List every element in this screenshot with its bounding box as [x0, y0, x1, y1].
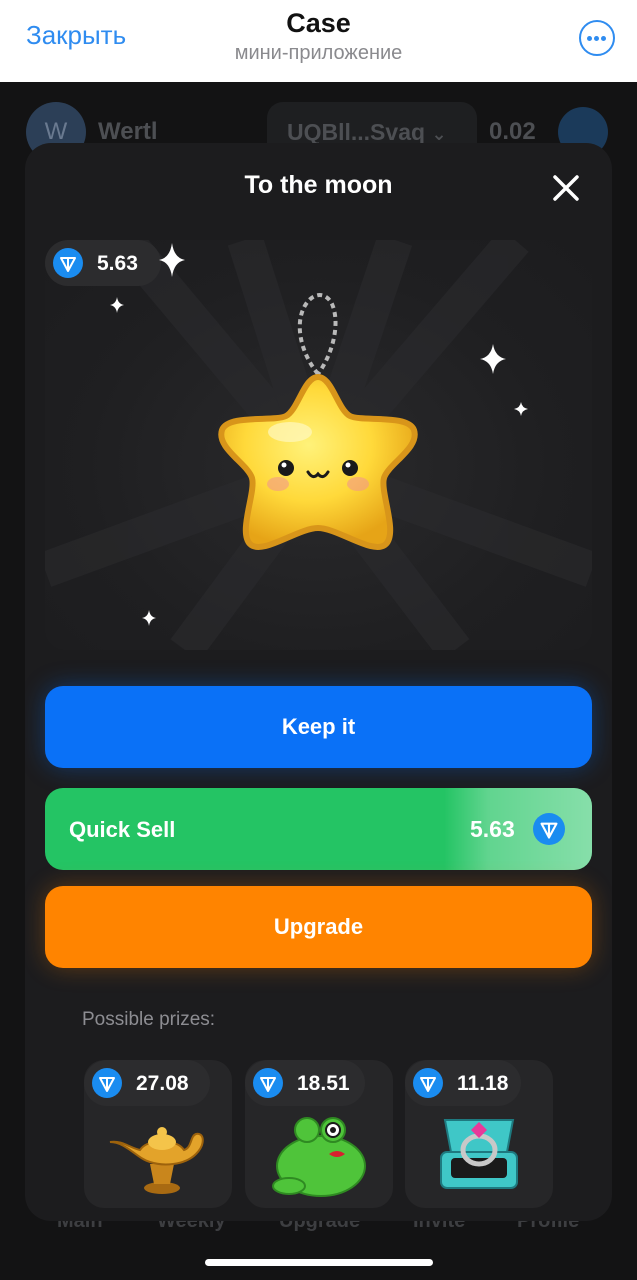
more-icon[interactable]: [579, 20, 615, 56]
possible-prize-card[interactable]: 27.08: [84, 1060, 232, 1208]
ton-icon: [92, 1068, 122, 1098]
quick-sell-price-value: 5.63: [470, 816, 515, 842]
possible-prize-value: 11.18: [457, 1072, 509, 1095]
close-icon[interactable]: [549, 171, 583, 205]
star-keychain-image: [218, 293, 418, 550]
ton-icon: [253, 1068, 283, 1098]
home-indicator: [205, 1259, 433, 1266]
miniapp-title: Case: [286, 8, 351, 38]
upgrade-button[interactable]: Upgrade: [45, 886, 592, 968]
possible-prize-value-chip: 27.08: [84, 1060, 210, 1106]
magic-lamp-image: [109, 1127, 204, 1194]
frog-image: [272, 1117, 366, 1197]
modal-title: To the moon: [244, 171, 393, 199]
prize-modal: To the moon 5.63 Keep it Quick Sell 5.63…: [25, 143, 612, 1221]
quick-sell-label: Quick Sell: [69, 817, 176, 842]
possible-prize-value: 27.08: [136, 1072, 189, 1095]
quick-sell-price: 5.63: [444, 788, 592, 870]
possible-prize-value: 18.51: [297, 1072, 350, 1095]
possible-prize-value-chip: 18.51: [245, 1060, 365, 1106]
upgrade-label: Upgrade: [273, 914, 364, 939]
prize-stage: 5.63: [45, 240, 592, 650]
quick-sell-button[interactable]: Quick Sell 5.63: [45, 788, 592, 870]
keep-it-button[interactable]: Keep it: [45, 686, 592, 768]
possible-prize-card[interactable]: 18.51: [245, 1060, 393, 1208]
ring-box-image: [440, 1119, 518, 1189]
miniapp-subtitle: мини-приложение: [234, 42, 403, 64]
possible-prizes-label: Possible prizes:: [82, 1009, 216, 1030]
username: Wertl: [98, 118, 158, 145]
possible-prize-value-chip: 11.18: [405, 1060, 521, 1106]
possible-prize-card[interactable]: 11.18: [405, 1060, 553, 1208]
telegram-header: Закрыть Case мини-приложение: [0, 0, 637, 82]
keep-it-label: Keep it: [281, 714, 356, 739]
ton-icon: [533, 813, 565, 845]
wallet-address-text: UQBll...Svaq: [287, 119, 426, 145]
balance: 0.02: [489, 118, 536, 145]
ton-icon: [413, 1068, 443, 1098]
